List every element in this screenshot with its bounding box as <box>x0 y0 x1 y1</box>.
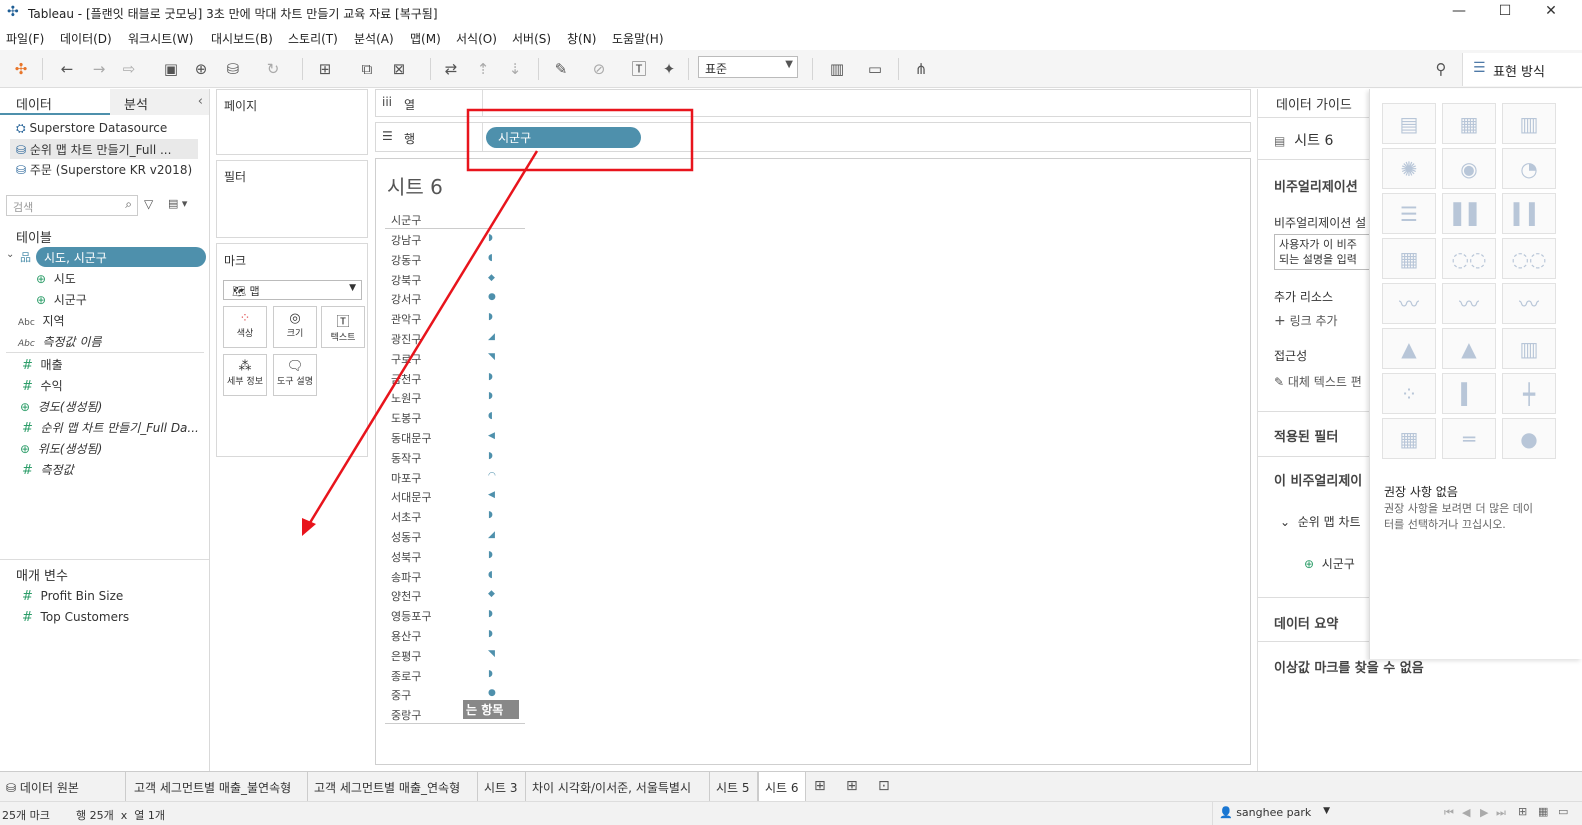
datasource-icon: ⛁ <box>6 781 17 795</box>
user-menu[interactable]: 👤 sanghee park ▼ <box>1212 802 1336 825</box>
marks-count: 25개 마크 <box>2 809 50 822</box>
filmstrip-view-icon[interactable]: ▦ <box>1538 805 1548 818</box>
chevron-down-icon: ▼ <box>1323 806 1330 816</box>
status-bar: 25개 마크 행 25개 x 열 1개 👤 sanghee park ▼ ⏮ ◀… <box>0 801 1582 825</box>
sheet-tab[interactable]: 시트 3 <box>478 772 526 801</box>
sheet-tab[interactable]: 고객 세그먼트별 매출_연속형 <box>308 772 478 801</box>
nav-first-icon[interactable]: ⏮ <box>1444 806 1454 820</box>
annotation-overlay <box>302 108 694 536</box>
nav-prev-icon[interactable]: ◀ <box>1462 806 1470 819</box>
sheet-tab[interactable]: 시트 5 <box>710 772 758 801</box>
new-dashboard-icon[interactable]: ⊞ <box>846 778 858 794</box>
rows-columns-count: 행 25개 x 열 1개 <box>76 809 165 822</box>
annotation-arrowhead <box>302 518 316 536</box>
sheet-tab[interactable]: 차이 시각화/이서준, 서울특별시 <box>526 772 710 801</box>
tab-view-icon[interactable]: ▭ <box>1558 805 1568 818</box>
nav-next-icon[interactable]: ▶ <box>1480 806 1488 819</box>
sheet-tab-active[interactable]: 시트 6 <box>758 772 806 801</box>
grid-view-icon[interactable]: ⊞ <box>1518 805 1527 818</box>
annotation-box <box>466 108 694 172</box>
nav-last-icon[interactable]: ⏭ <box>1496 806 1506 820</box>
sheet-tab-bar: ⛁ 데이터 원본 고객 세그먼트별 매출_불연속형 고객 세그먼트별 매출_연속… <box>0 771 1582 801</box>
tab-datasource[interactable]: ⛁ 데이터 원본 <box>0 772 126 801</box>
new-story-icon[interactable]: ⊡ <box>878 778 890 794</box>
sheet-tab[interactable]: 고객 세그먼트별 매출_불연속형 <box>128 772 308 801</box>
new-worksheet-icon[interactable]: ⊞ <box>814 778 826 794</box>
user-icon: 👤 <box>1219 806 1233 819</box>
annotation-arrow-line <box>306 150 539 527</box>
